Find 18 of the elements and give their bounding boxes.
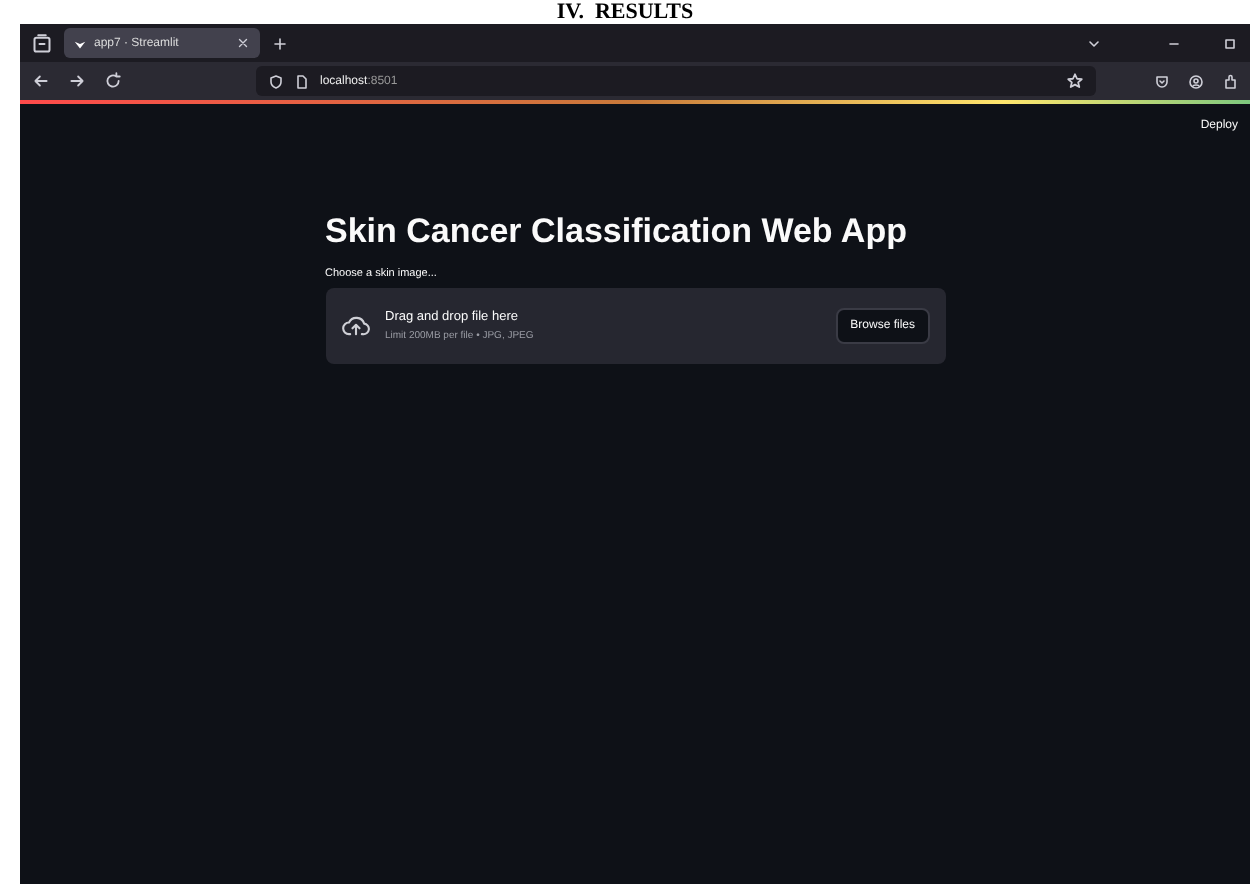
plus-icon[interactable] [272, 35, 288, 51]
shield-icon[interactable] [268, 73, 284, 89]
reload-icon[interactable] [104, 72, 122, 90]
tab-list-icon[interactable] [32, 33, 52, 53]
back-icon[interactable] [32, 72, 50, 90]
close-icon[interactable] [236, 36, 250, 50]
favicon-icon [74, 37, 86, 49]
star-icon[interactable] [1066, 72, 1084, 90]
forward-icon[interactable] [68, 72, 86, 90]
chevron-down-icon[interactable] [1086, 35, 1102, 51]
maximize-icon[interactable] [1222, 35, 1238, 51]
page-icon[interactable] [294, 73, 310, 89]
page-title: Skin Cancer Classification Web App [325, 212, 909, 252]
section-heading: IV. RESULTS [556, 0, 694, 24]
extensions-icon[interactable] [1222, 73, 1238, 89]
pocket-icon[interactable] [1154, 73, 1170, 89]
account-icon[interactable] [1188, 73, 1204, 89]
cloud-upload-icon [341, 314, 369, 338]
